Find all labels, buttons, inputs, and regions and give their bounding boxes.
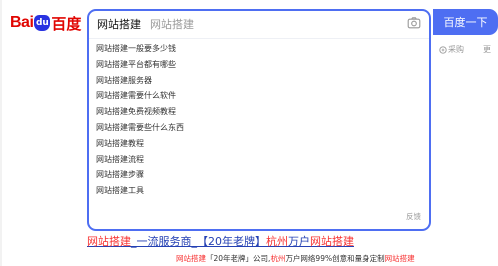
search-input-value[interactable]: 网站搭建 <box>97 16 141 32</box>
suggestion-item[interactable]: 网站搭建流程 <box>96 155 184 164</box>
search-box: 网站搭建 网站搭建 网站搭建一般要多少钱 网站搭建平台都有哪些 网站搭建服务器 … <box>87 9 431 231</box>
camera-icon[interactable] <box>407 16 421 30</box>
result-title-link[interactable]: 网站搭建_一流服务商_【20年老牌】杭州万户网站搭建 <box>87 233 354 249</box>
result-title-brand: 万户 <box>288 235 310 248</box>
suggestion-item[interactable]: 网站搭建服务器 <box>96 76 184 85</box>
suggestion-item[interactable]: 网站搭建需要些什么东西 <box>96 123 184 132</box>
caigou-link[interactable]: 采购 <box>439 44 464 55</box>
suggestion-list: 网站搭建一般要多少钱 网站搭建平台都有哪些 网站搭建服务器 网站搭建需要什么软件… <box>96 44 184 202</box>
more-link[interactable]: 更 <box>483 44 491 55</box>
paw-icon: du <box>34 15 51 31</box>
suggestion-item[interactable]: 网站搭建一般要多少钱 <box>96 44 184 53</box>
purchase-icon <box>439 45 447 54</box>
more-label: 更 <box>483 45 491 54</box>
result-title-highlight: 网站搭建 <box>87 235 131 248</box>
baidu-logo[interactable]: Bai du 百度 <box>10 12 81 34</box>
caigou-label: 采购 <box>448 45 464 54</box>
suggestion-item[interactable]: 网站搭建教程 <box>96 139 184 148</box>
suggestion-divider <box>89 38 429 39</box>
search-input[interactable]: 网站搭建 网站搭建 <box>89 11 429 37</box>
snippet-text: 「20年老牌」公司, <box>206 254 271 263</box>
search-button[interactable]: 百度一下 <box>433 9 498 35</box>
snippet-highlight: 网站搭建 <box>176 254 206 263</box>
suggestion-item[interactable]: 网站搭建工具 <box>96 186 184 195</box>
result-snippet: 网站搭建「20年老牌」公司,杭州万户网络99%创意和量身定制网站搭建 <box>176 253 415 264</box>
snippet-text: 万户网络99%创意和量身定制 <box>285 254 385 263</box>
result-title-highlight: 网站搭建 <box>310 235 354 248</box>
search-input-placeholder: 网站搭建 <box>150 18 194 31</box>
feedback-link[interactable]: 反馈 <box>406 211 421 222</box>
snippet-city: 杭州 <box>270 254 286 263</box>
suggestion-item[interactable]: 网站搭建需要什么软件 <box>96 91 184 100</box>
result-title-city: 杭州 <box>266 235 288 248</box>
logo-text-du: 百度 <box>51 14 82 33</box>
suggestion-item[interactable]: 网站搭建免费视频教程 <box>96 107 184 116</box>
result-title-text: _一流服务商_【20年老牌】 <box>131 235 266 248</box>
suggestion-item[interactable]: 网站搭建步骤 <box>96 170 184 179</box>
logo-text-bai: Bai <box>10 14 34 31</box>
left-edge-divider <box>0 0 2 266</box>
suggestion-item[interactable]: 网站搭建平台都有哪些 <box>96 60 184 69</box>
snippet-highlight: 网站搭建 <box>384 254 415 263</box>
